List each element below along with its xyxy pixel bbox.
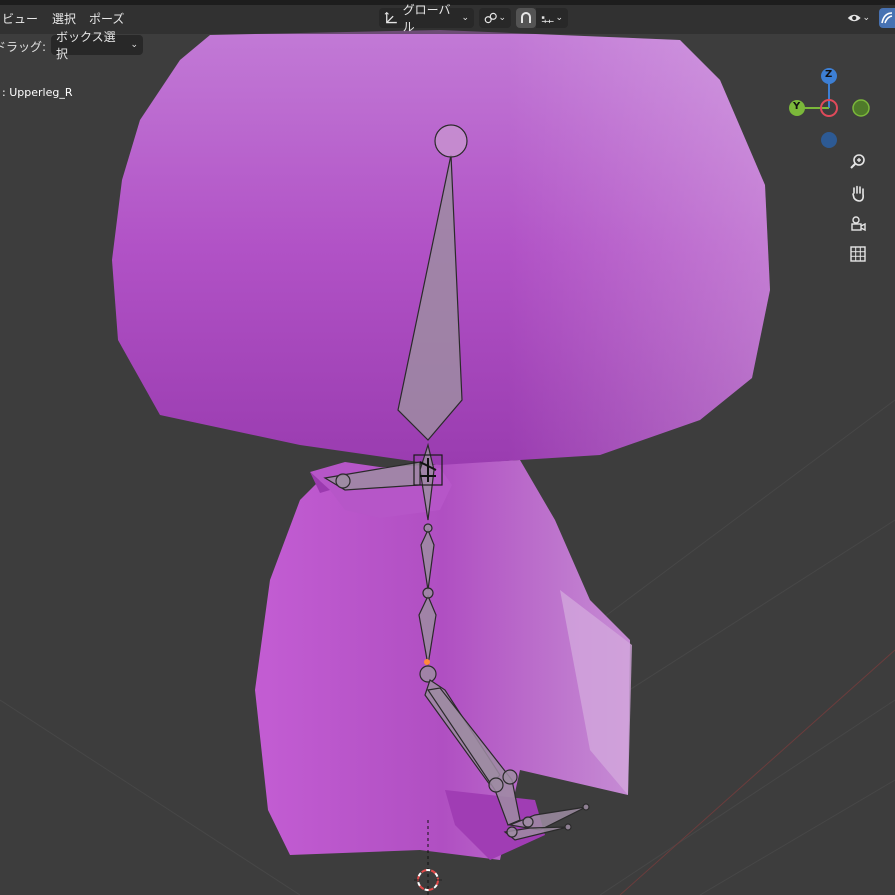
drag-label: ドラッグ: — [0, 40, 47, 54]
chevron-down-icon: ⌄ — [555, 13, 563, 23]
camera-view-button[interactable] — [845, 211, 871, 237]
bone-head-tail — [434, 124, 468, 158]
grid-ortho-icon — [850, 246, 866, 262]
snap-icon — [521, 12, 531, 23]
zoom-icon — [850, 154, 865, 169]
gizmo-z-label: Z — [825, 69, 833, 80]
pivot-point-dropdown[interactable]: ⌄ — [479, 8, 511, 28]
zoom-button[interactable] — [845, 149, 871, 175]
pan-button[interactable] — [845, 180, 871, 206]
bone-shoulder-joint — [335, 473, 351, 489]
ortho-toggle-button[interactable] — [845, 241, 871, 267]
drag-mode-value: ボックス選択 — [56, 30, 116, 61]
transform-orientation-value: グローバル — [402, 3, 451, 34]
navigation-gizmo[interactable] — [789, 68, 870, 148]
active-bone-name: : Upperleg_R — [2, 86, 73, 99]
menu-pose[interactable]: ポーズ — [89, 10, 124, 27]
snap-increment-icon — [541, 16, 554, 24]
gizmo-y-label: Y — [793, 101, 801, 112]
drag-mode-dropdown[interactable]: ボックス選択 ⌄ — [51, 30, 143, 61]
menu-select[interactable]: 選択 — [52, 10, 76, 27]
pan-hand-icon — [852, 185, 864, 202]
gizmo-neg-z — [821, 132, 837, 148]
overlay-toggle[interactable] — [879, 8, 895, 28]
snap-toggle[interactable] — [516, 8, 536, 28]
gizmo-neg-y — [852, 99, 870, 117]
chevron-down-icon: ⌄ — [130, 40, 138, 50]
visibility-eye-icon — [847, 14, 861, 22]
visibility-dropdown[interactable]: ⌄ — [842, 8, 875, 28]
chevron-down-icon: ⌄ — [862, 13, 870, 23]
chevron-down-icon: ⌄ — [498, 13, 506, 23]
active-bone-marker — [424, 659, 430, 665]
snap-target-dropdown[interactable]: ⌄ — [536, 8, 568, 28]
menu-view[interactable]: ビュー — [2, 10, 38, 27]
chevron-down-icon: ⌄ — [461, 13, 469, 23]
3d-viewport[interactable]: Z Y ビュー 選択 ポーズ グローバル ⌄ ⌄ ⌄ ⌄ ドラッグ: ボックス選… — [0, 0, 895, 895]
transform-orientation-dropdown[interactable]: グローバル ⌄ — [379, 3, 474, 34]
transform-orientation-icon — [384, 11, 397, 24]
character-body[interactable] — [255, 460, 632, 860]
red-axis-line — [619, 649, 895, 895]
pivot-link-icon — [484, 12, 497, 24]
bone-hip-joint — [419, 665, 437, 683]
viewport-canvas — [0, 30, 895, 895]
overlay-icon — [881, 12, 893, 24]
camera-icon — [851, 216, 866, 232]
